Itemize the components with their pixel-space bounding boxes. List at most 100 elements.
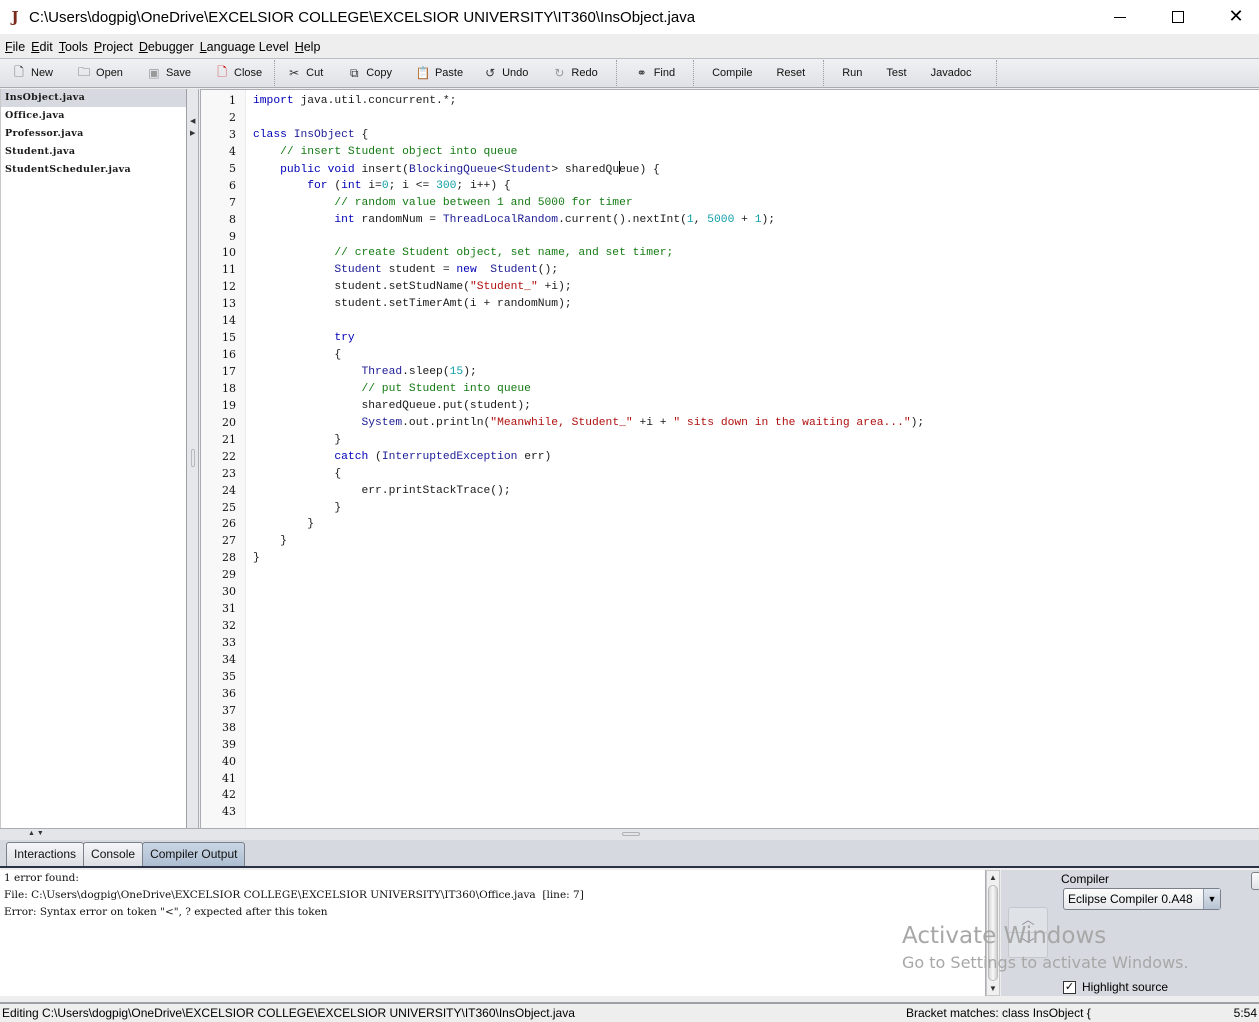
code-text: (); xyxy=(537,264,559,277)
menu-mnemonic: H xyxy=(294,40,304,54)
divider-grip[interactable] xyxy=(191,449,195,467)
menu-tools[interactable]: Tools xyxy=(59,40,88,54)
code-line[interactable]: import java.util.concurrent.*; xyxy=(253,93,1259,110)
code-line[interactable]: int randomNum = ThreadLocalRandom.curren… xyxy=(253,212,1259,229)
menu-label: roject xyxy=(102,40,133,54)
code-line[interactable]: } xyxy=(253,500,1259,517)
code-line[interactable] xyxy=(253,229,1259,246)
code-area[interactable]: import java.util.concurrent.*; class InsO… xyxy=(253,93,1259,567)
close-panel-button[interactable]: X xyxy=(1251,872,1259,890)
previous-error-button[interactable]: ︿ xyxy=(1008,907,1048,933)
code-text: ); xyxy=(463,366,477,378)
redo-button[interactable]: ↻ Redo xyxy=(546,61,603,85)
output-error-file[interactable]: File: C:\Users\dogpig\OneDrive\EXCELSIOR… xyxy=(0,887,985,904)
code-line[interactable]: try xyxy=(253,330,1259,347)
maximize-button[interactable] xyxy=(1149,0,1207,34)
run-button[interactable]: Run xyxy=(836,61,868,85)
highlight-source-checkbox[interactable]: ✓ Highlight source xyxy=(1063,980,1168,994)
compile-button[interactable]: Compile xyxy=(706,61,758,85)
compiler-output-pane[interactable]: 1 error found: File: C:\Users\dogpig\One… xyxy=(0,870,986,996)
file-item-student[interactable]: Student.java xyxy=(1,143,186,161)
code-text: sharedQueue.put(student); xyxy=(253,399,531,412)
next-error-button[interactable]: ﹀ xyxy=(1008,932,1048,958)
code-line[interactable]: student.setTimerAmt(i + randomNum); xyxy=(253,296,1259,313)
file-item-studentscheduler[interactable]: StudentScheduler.java xyxy=(1,161,186,179)
split-arrows-icon[interactable]: ▲ ▼ xyxy=(28,830,44,837)
close-file-button[interactable]: 🗋 Close xyxy=(209,61,268,85)
scroll-up-icon[interactable]: ▲ xyxy=(989,873,997,882)
menu-debugger[interactable]: Debugger xyxy=(139,40,194,54)
javadoc-button[interactable]: Javadoc xyxy=(925,61,978,85)
menu-edit[interactable]: Edit xyxy=(31,40,53,54)
tab-interactions[interactable]: Interactions xyxy=(6,842,85,866)
new-button[interactable]: 🗋 New xyxy=(6,61,59,85)
collapse-left-icon[interactable]: ◀ xyxy=(190,117,195,125)
code-token: // create Student object, set name, and … xyxy=(334,247,674,260)
scrollbar-thumb[interactable] xyxy=(988,885,998,981)
code-line[interactable]: // create Student object, set name, and … xyxy=(253,245,1259,262)
vertical-split-divider[interactable]: ◀ ▶ xyxy=(187,89,199,828)
test-button[interactable]: Test xyxy=(880,61,912,85)
horizontal-split-divider[interactable]: ▲ ▼ xyxy=(0,828,1259,840)
code-line[interactable]: Student student = new Student(); xyxy=(253,262,1259,279)
file-item-professor[interactable]: Professor.java xyxy=(1,125,186,143)
compiler-select[interactable]: Eclipse Compiler 0.A48 ▼ xyxy=(1063,888,1221,910)
copy-button[interactable]: ⧉ Copy xyxy=(341,61,398,85)
find-button[interactable]: ⚭ Find xyxy=(629,61,681,85)
minimize-button[interactable] xyxy=(1091,0,1149,34)
divider-grip[interactable] xyxy=(622,832,640,836)
output-scrollbar[interactable]: ▲ ▼ xyxy=(986,870,1000,996)
code-line[interactable]: catch (InterruptedException err) xyxy=(253,449,1259,466)
code-line[interactable]: class InsObject { xyxy=(253,127,1259,144)
file-item-insobject[interactable]: InsObject.java xyxy=(1,89,186,107)
tab-console[interactable]: Console xyxy=(83,842,144,866)
code-line[interactable]: System.out.println("Meanwhile, Student_"… xyxy=(253,415,1259,432)
tab-compiler-output[interactable]: Compiler Output xyxy=(142,842,246,866)
cut-button[interactable]: ✂ Cut xyxy=(281,61,329,85)
code-line[interactable]: // insert Student object into queue xyxy=(253,144,1259,161)
code-line[interactable] xyxy=(253,313,1259,330)
line-number: 34 xyxy=(222,652,236,666)
checkmark-icon[interactable]: ✓ xyxy=(1063,980,1076,994)
reset-button[interactable]: Reset xyxy=(770,61,811,85)
open-button[interactable]: 🗀 Open xyxy=(71,61,129,85)
test-label: Test xyxy=(886,67,907,79)
code-line[interactable]: sharedQueue.put(student); xyxy=(253,398,1259,415)
code-line[interactable]: err.printStackTrace(); xyxy=(253,483,1259,500)
file-item-office[interactable]: Office.java xyxy=(1,107,186,125)
code-line[interactable]: Thread.sleep(15); xyxy=(253,364,1259,381)
code-line[interactable]: } xyxy=(253,550,1259,567)
code-line[interactable]: { xyxy=(253,466,1259,483)
line-number: 28 xyxy=(222,551,236,565)
scroll-down-icon[interactable]: ▼ xyxy=(989,984,997,993)
code-editor[interactable]: 1 2 3 4 5 6 7 8 9 10 11 12 13 14 15 16 17 18 19 20 21 22 23 24 2… xyxy=(200,89,1259,828)
expand-right-icon[interactable]: ▶ xyxy=(190,129,195,137)
code-line[interactable]: } xyxy=(253,516,1259,533)
menu-language-level[interactable]: Language Level xyxy=(200,40,289,54)
code-token: import xyxy=(253,95,294,107)
redo-icon: ↻ xyxy=(554,66,565,80)
code-token: "Meanwhile, Student_" xyxy=(490,416,633,429)
paste-button[interactable]: 📋 Paste xyxy=(410,61,469,85)
code-text: + xyxy=(734,213,755,226)
code-line[interactable]: // put Student into queue xyxy=(253,381,1259,398)
save-button[interactable]: ▣ Save xyxy=(141,61,197,85)
output-error-message[interactable]: Error: Syntax error on token "<", ? expe… xyxy=(0,904,985,921)
line-number: 36 xyxy=(222,686,236,700)
code-line[interactable]: } xyxy=(253,432,1259,449)
code-line[interactable] xyxy=(253,110,1259,127)
dropdown-arrow-icon[interactable]: ▼ xyxy=(1203,889,1220,909)
code-line[interactable]: { xyxy=(253,347,1259,364)
menu-project[interactable]: Project xyxy=(94,40,133,54)
code-line[interactable]: student.setStudName("Student_" +i); xyxy=(253,279,1259,296)
undo-button[interactable]: ↺ Undo xyxy=(477,61,534,85)
menu-file[interactable]: File xyxy=(5,40,25,54)
code-line[interactable]: for (int i=0; i <= 300; i++) { xyxy=(253,178,1259,195)
code-line[interactable]: } xyxy=(253,533,1259,550)
menu-label: ile xyxy=(12,40,26,54)
code-line[interactable]: public void insert(BlockingQueue<Student… xyxy=(253,160,1259,178)
code-line[interactable]: // random value between 1 and 5000 for t… xyxy=(253,195,1259,212)
close-window-button[interactable]: ✕ xyxy=(1207,0,1259,34)
menu-help[interactable]: Help xyxy=(295,40,321,54)
